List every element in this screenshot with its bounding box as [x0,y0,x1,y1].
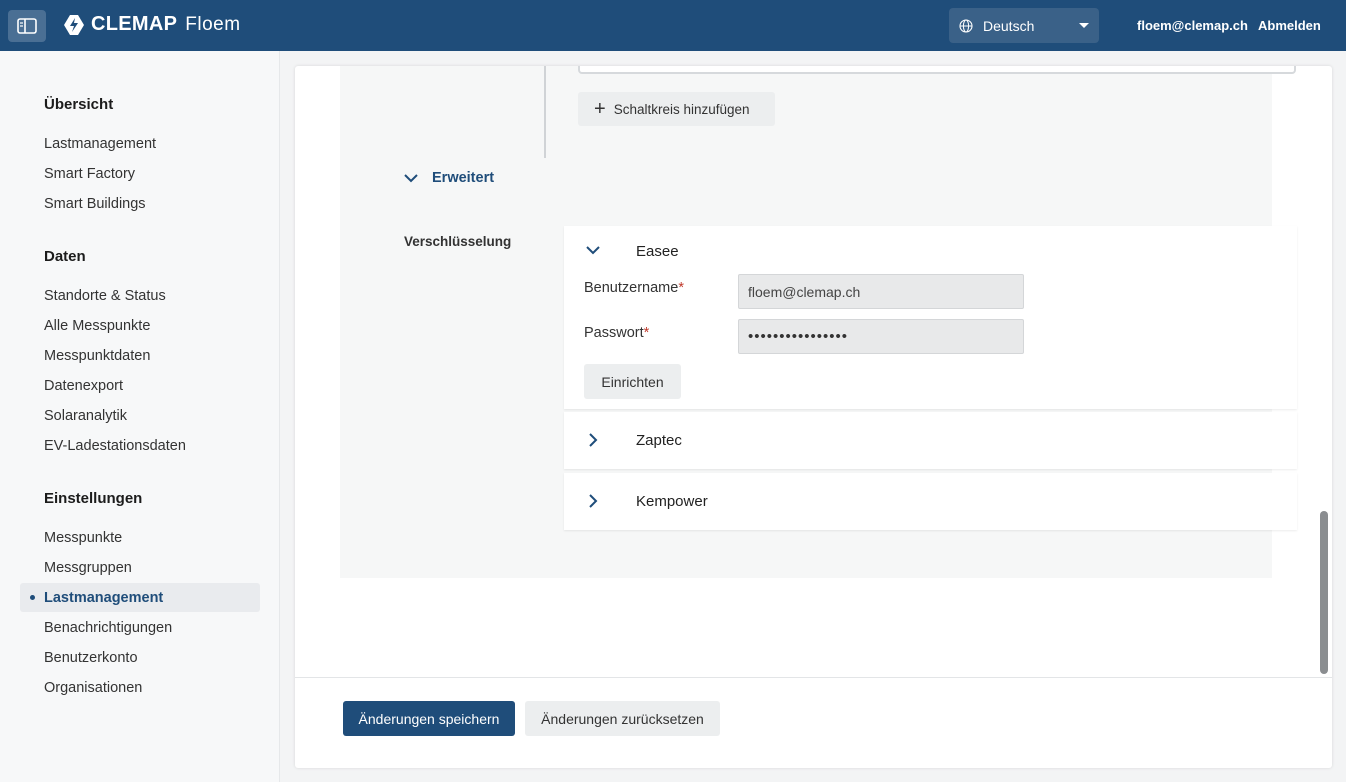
language-value: Deutsch [983,17,1035,34]
provider-name: Easee [636,242,679,260]
scrollbar-thumb[interactable] [1320,511,1328,674]
sidebar-item-benutzerkonto[interactable]: Benutzerkonto [20,643,260,672]
sidebar-item-messpunktdaten[interactable]: Messpunktdaten [20,341,260,370]
password-field[interactable]: •••••••••••••••• [738,319,1024,354]
sidebar-item-lastmanagement-settings[interactable]: Lastmanagement [20,583,260,612]
tree-line [544,66,546,158]
brand-logo[interactable]: CLEMAP Floem [64,13,241,36]
caret-down-icon [1079,23,1089,28]
sidebar-item-standorte-status[interactable]: Standorte & Status [20,281,260,310]
chevron-right-icon [589,494,598,508]
footer-divider [295,677,1332,678]
plus-icon: + [594,98,606,120]
top-bar: CLEMAP Floem Deutsch floem@clemap.ch Abm… [0,0,1346,51]
add-circuit-label: Schaltkreis hinzufügen [613,101,750,117]
language-select[interactable]: Deutsch [949,8,1099,43]
password-label: Passwort* [584,325,650,341]
globe-icon [959,18,973,33]
circuit-panel: + Schaltkreis hinzufügen Erweitert Versc… [340,66,1297,578]
encryption-label: Verschlüsselung [404,234,512,249]
sidebar-item-solaranalytik[interactable]: Solaranalytik [20,401,260,430]
provider-kempower[interactable]: Kempower [564,473,1297,530]
sidebar-item-lastmanagement-overview[interactable]: Lastmanagement [20,129,260,158]
sidebar-item-benachrichtigungen[interactable]: Benachrichtigungen [20,613,260,642]
chevron-down-icon [404,173,418,182]
sidebar-panel-icon [17,18,37,34]
advanced-toggle[interactable]: Erweitert [404,170,494,186]
sidebar-toggle-button[interactable] [8,10,46,42]
save-changes-button[interactable]: Änderungen speichern [343,701,515,736]
chevron-down-icon [586,246,600,255]
provider-zaptec-header[interactable]: Zaptec [564,412,1297,469]
username-label: Benutzername* [584,280,684,296]
sidebar-item-organisationen[interactable]: Organisationen [20,673,260,702]
settings-card: + Schaltkreis hinzufügen Erweitert Versc… [295,66,1332,768]
sidebar-item-smart-factory[interactable]: Smart Factory [20,159,260,188]
provider-zaptec[interactable]: Zaptec [564,412,1297,469]
add-circuit-button[interactable]: + Schaltkreis hinzufügen [578,92,775,126]
provider-easee: Easee Benutzername* Passwort* ••••••••••… [564,226,1297,409]
sidebar-item-smart-buildings[interactable]: Smart Buildings [20,189,260,218]
sidebar-item-messpunkte[interactable]: Messpunkte [20,523,260,552]
username-field[interactable] [738,274,1024,309]
brand-name: CLEMAP [91,13,178,35]
sidebar-item-ev-ladestationsdaten[interactable]: EV-Ladestationsdaten [20,431,260,460]
sidebar-section-title: Daten [44,248,86,265]
product-name: Floem [185,13,241,35]
reset-changes-button[interactable]: Änderungen zurücksetzen [525,701,720,736]
provider-easee-header[interactable]: Easee [564,226,1297,276]
clemap-logo-icon [64,14,84,35]
provider-kempower-header[interactable]: Kempower [564,473,1297,530]
sidebar-item-datenexport[interactable]: Datenexport [20,371,260,400]
logout-link[interactable]: Abmelden [1258,18,1321,33]
chevron-right-icon [589,433,598,447]
sidebar-item-alle-messpunkte[interactable]: Alle Messpunkte [20,311,260,340]
circuit-input[interactable] [578,66,1296,74]
sidebar-item-messgruppen[interactable]: Messgruppen [20,553,260,582]
provider-name: Zaptec [636,432,682,449]
setup-button[interactable]: Einrichten [584,364,681,399]
sidebar-section-title: Übersicht [44,96,114,113]
user-email: floem@clemap.ch [1137,18,1248,33]
sidebar: Übersicht Lastmanagement Smart Factory S… [0,51,280,782]
provider-name: Kempower [636,493,708,510]
sidebar-section-title: Einstellungen [44,490,143,507]
advanced-label: Erweitert [432,170,495,186]
